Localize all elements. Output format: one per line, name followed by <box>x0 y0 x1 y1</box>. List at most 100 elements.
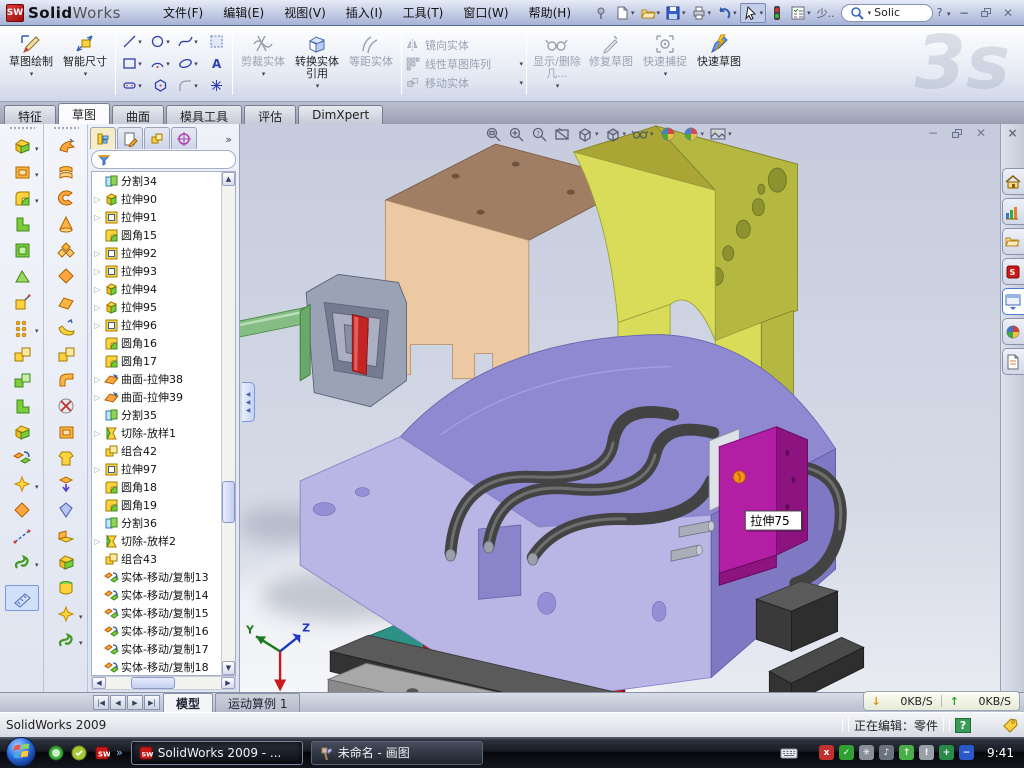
tree-tab-featuremanager[interactable] <box>90 127 116 149</box>
sketch-point-button[interactable] <box>203 75 229 97</box>
tab-草图[interactable]: 草图 <box>58 103 110 124</box>
sheet-nav-button[interactable]: ◀ <box>110 695 126 710</box>
mold-tool-a4-icon[interactable] <box>5 211 39 237</box>
tree-item[interactable]: ▷拉伸91 <box>92 208 235 226</box>
view-settings-icon[interactable]: ▾ <box>709 125 732 143</box>
zoom-fit-icon[interactable] <box>484 125 502 143</box>
mold-tool-a12-icon[interactable] <box>5 419 39 445</box>
sketch-line-button[interactable]: ▾ <box>119 31 145 53</box>
expand-arrow-icon[interactable]: ▷ <box>93 465 102 474</box>
sketch-rectangle-button[interactable]: ▾ <box>119 53 145 75</box>
tree-item[interactable]: ▷拉伸92 <box>92 244 235 262</box>
tree-item[interactable]: ▷曲面-拉伸38 <box>92 370 235 388</box>
sheet-nav-button[interactable]: |◀ <box>93 695 109 710</box>
hide-show-items-icon[interactable]: ▾ <box>631 125 654 143</box>
tree-item[interactable]: ▷拉伸93 <box>92 262 235 280</box>
surface-tool-b9-icon[interactable] <box>49 341 83 367</box>
sketch-select-box-button[interactable] <box>203 31 229 53</box>
display-style-icon[interactable]: ▾ <box>604 125 627 143</box>
tree-item[interactable]: 实体-移动/复制17 <box>92 640 235 658</box>
bottom-tab-运动算例 1[interactable]: 运动算例 1 <box>215 693 300 712</box>
toolbar-drag-handle[interactable] <box>9 126 35 131</box>
scroll-right-icon[interactable]: ▶ <box>221 677 235 689</box>
doc-minimize-button[interactable]: − <box>926 126 940 140</box>
select-cursor-icon[interactable]: ▾ <box>740 3 767 23</box>
expand-arrow-icon[interactable]: ▷ <box>93 321 102 330</box>
expand-arrow-icon[interactable]: ▷ <box>93 267 102 276</box>
surface-tool-b5-icon[interactable] <box>49 237 83 263</box>
sketch-sketch-fillet-button[interactable]: ▾ <box>175 75 201 97</box>
section-view-icon[interactable] <box>553 125 571 143</box>
viewport-3d-scene[interactable]: Y Z X 拉伸75 <box>240 124 1000 692</box>
tab-特征[interactable]: 特征 <box>4 105 56 124</box>
doc-close-button[interactable]: ✕ <box>974 126 988 140</box>
doc-restore-button[interactable] <box>950 126 964 140</box>
mold-tool-a10-icon[interactable] <box>5 367 39 393</box>
surface-tool-b8-icon[interactable] <box>49 315 83 341</box>
quick-launch-chevron[interactable]: » <box>116 746 123 759</box>
mold-tool-a3-icon[interactable]: ▾ <box>5 185 39 211</box>
surface-tool-b11-icon[interactable] <box>49 393 83 419</box>
tree-item[interactable]: ▷拉伸96 <box>92 316 235 334</box>
mold-tool-a17-icon[interactable]: ▾ <box>5 549 39 575</box>
menu-item[interactable]: 窗口(W) <box>453 2 518 23</box>
expand-arrow-icon[interactable]: ▷ <box>93 375 102 384</box>
surface-tool-b4-icon[interactable] <box>49 211 83 237</box>
graphics-viewport[interactable]: Y Z X 拉伸75 ?▾▾▾▾▾ − ✕ <box>240 124 1000 692</box>
model-side-core[interactable] <box>300 274 406 406</box>
expand-arrow-icon[interactable]: ▷ <box>93 393 102 402</box>
surface-tool-b1-icon[interactable] <box>49 133 83 159</box>
open-file-icon[interactable]: ▾ <box>638 4 663 22</box>
surface-tool-b15-icon[interactable] <box>49 497 83 523</box>
tree-item[interactable]: 圆角18 <box>92 478 235 496</box>
expand-arrow-icon[interactable]: ▷ <box>93 195 102 204</box>
measure-tool-icon[interactable] <box>5 585 39 611</box>
network-warning-icon[interactable]: ! <box>919 745 934 760</box>
scroll-left-icon[interactable]: ◀ <box>92 677 106 689</box>
tree-tab-propertymanager[interactable] <box>117 127 143 149</box>
quick-tips-icon[interactable]: ? <box>955 718 971 733</box>
vscroll-thumb[interactable] <box>222 481 235 523</box>
tree-horizontal-scrollbar[interactable]: ◀ ▶ <box>91 676 236 690</box>
menu-item[interactable]: 编辑(E) <box>213 2 274 23</box>
blocked-blue-icon[interactable]: − <box>959 745 974 760</box>
view-orientation-icon[interactable]: ▾ <box>576 125 599 143</box>
defender-icon[interactable]: + <box>939 745 954 760</box>
mold-tool-a16-icon[interactable] <box>5 523 39 549</box>
file-explorer-tab[interactable] <box>1002 228 1024 255</box>
sync-green-icon[interactable]: ↑ <box>899 745 914 760</box>
tree-item[interactable]: 组合42 <box>92 442 235 460</box>
appearance-icon[interactable] <box>659 125 677 143</box>
expand-arrow-icon[interactable]: ▷ <box>93 213 102 222</box>
menu-item[interactable]: 插入(I) <box>336 2 393 23</box>
surface-tool-b2-icon[interactable] <box>49 159 83 185</box>
sketch-arc-button[interactable]: ▾ <box>147 53 173 75</box>
pin-icon[interactable] <box>591 4 611 22</box>
menu-item[interactable]: 视图(V) <box>274 2 336 23</box>
zoom-area-icon[interactable] <box>507 125 525 143</box>
panel-splitter-handle[interactable]: ◀◀◀ <box>242 382 255 422</box>
task-pane-close-icon[interactable]: × <box>1007 126 1017 140</box>
menu-item[interactable]: 帮助(H) <box>519 2 581 23</box>
expand-arrow-icon[interactable]: ▷ <box>93 429 102 438</box>
tree-item[interactable]: 实体-移动/复制14 <box>92 586 235 604</box>
tree-tab-configurationmanager[interactable] <box>144 127 170 149</box>
sketch-polygon-button[interactable] <box>147 75 173 97</box>
restore-button[interactable] <box>978 6 994 20</box>
tree-item[interactable]: 圆角16 <box>92 334 235 352</box>
messenger-icon[interactable] <box>48 745 64 761</box>
surface-tool-b17-icon[interactable] <box>49 549 83 575</box>
tree-item[interactable]: ▷拉伸97 <box>92 460 235 478</box>
search-input[interactable]: ▾ Solic <box>841 4 933 22</box>
mold-tool-a13-icon[interactable] <box>5 445 39 471</box>
mold-tool-a5-icon[interactable] <box>5 237 39 263</box>
sheet-nav-button[interactable]: ▶| <box>144 695 160 710</box>
security-green-icon[interactable]: ✓ <box>839 745 854 760</box>
mold-tool-a14-icon[interactable]: ▾ <box>5 471 39 497</box>
surface-tool-b13-icon[interactable] <box>49 445 83 471</box>
mold-tool-a2-icon[interactable]: ▾ <box>5 159 39 185</box>
mold-tool-a1-icon[interactable]: ▾ <box>5 133 39 159</box>
security-red-icon[interactable]: x <box>819 745 834 760</box>
tree-vertical-scrollbar[interactable]: ▲▼ <box>221 172 235 675</box>
options-list-icon[interactable]: ▾ <box>788 4 813 22</box>
